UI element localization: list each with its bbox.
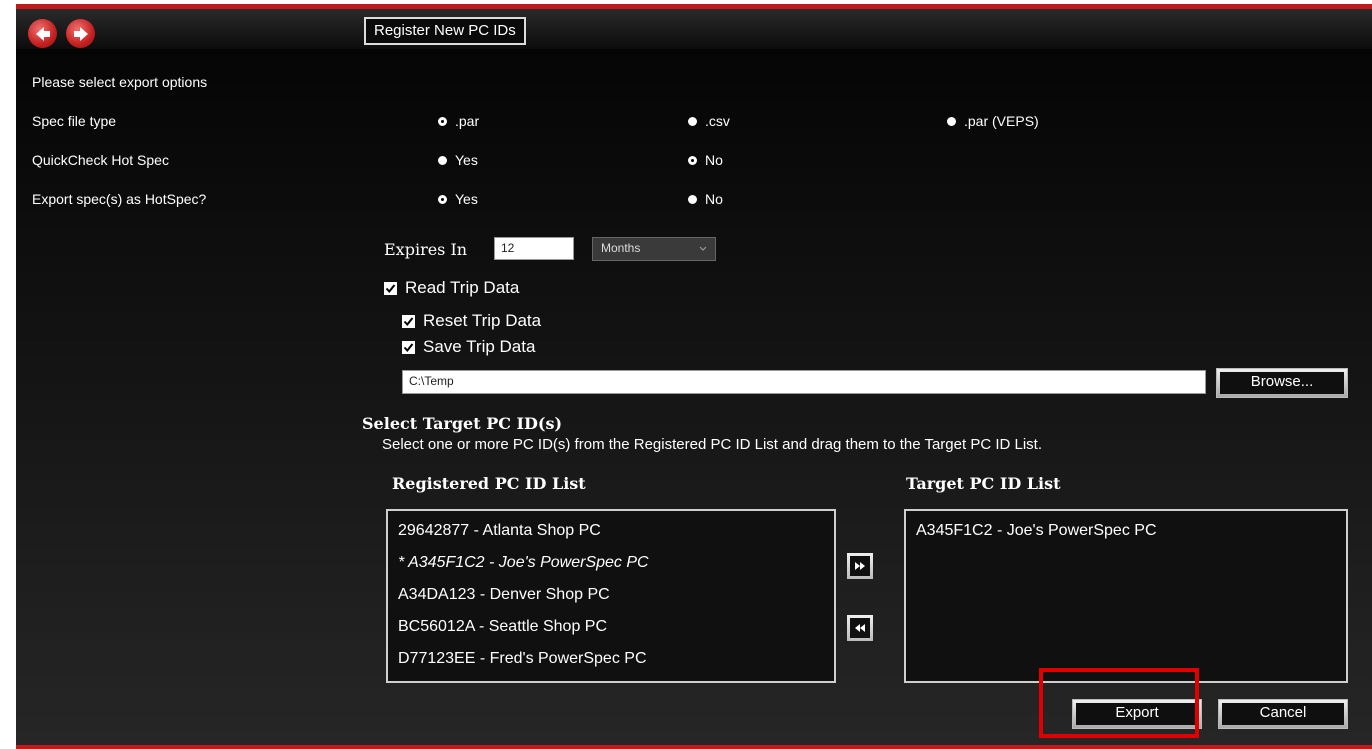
- checkmark-icon: [403, 342, 414, 352]
- checkmark-icon: [385, 283, 396, 293]
- target-pc-id-list[interactable]: A345F1C2 - Joe's PowerSpec PC: [904, 509, 1348, 683]
- list-item[interactable]: A34DA123 - Denver Shop PC: [398, 579, 824, 611]
- radio-label: No: [705, 191, 723, 207]
- radio-selected-indicator: [688, 155, 697, 165]
- expires-value-input[interactable]: 12: [494, 237, 574, 260]
- save-trip-data-checkbox[interactable]: Save Trip Data: [402, 337, 535, 357]
- export-highlight-box: [1039, 668, 1199, 738]
- select-target-heading: Select Target PC ID(s): [362, 414, 563, 433]
- radio-spec-par-veps[interactable]: .par (VEPS): [947, 113, 1039, 129]
- move-to-target-button[interactable]: [847, 553, 873, 579]
- list-item[interactable]: BC56012A - Seattle Shop PC: [398, 611, 824, 643]
- radio-unselected-indicator: [688, 116, 697, 126]
- radio-label: .par (VEPS): [964, 113, 1039, 129]
- list-item[interactable]: A345F1C2 - Joe's PowerSpec PC: [916, 515, 1336, 547]
- radio-label: No: [705, 152, 723, 168]
- checkbox-box: [384, 281, 397, 295]
- checkbox-label: Read Trip Data: [405, 278, 520, 297]
- radio-hotspec-no[interactable]: No: [688, 191, 723, 207]
- main-content: Please select export options Spec file t…: [16, 49, 1372, 745]
- radio-selected-indicator: [438, 194, 447, 204]
- cancel-button[interactable]: Cancel: [1218, 699, 1348, 729]
- radio-quickcheck-no[interactable]: No: [688, 152, 723, 168]
- back-arrow-icon: [35, 26, 50, 41]
- tab-register-new-pc-ids[interactable]: Register New PC IDs: [364, 17, 526, 45]
- radio-selected-indicator: [438, 116, 447, 126]
- back-button[interactable]: [28, 19, 57, 48]
- top-bar: Register New PC IDs: [16, 9, 1372, 49]
- checkbox-box: [402, 340, 415, 354]
- move-left-icon: [855, 624, 865, 632]
- read-trip-data-checkbox[interactable]: Read Trip Data: [384, 278, 519, 298]
- chevron-down-icon: [699, 246, 707, 251]
- export-as-hotspec-label: Export spec(s) as HotSpec?: [32, 191, 207, 207]
- trip-data-path-input[interactable]: C:\Temp: [402, 370, 1206, 394]
- list-item[interactable]: D77123EE - Fred's PowerSpec PC: [398, 643, 824, 675]
- quickcheck-hot-spec-label: QuickCheck Hot Spec: [32, 152, 169, 168]
- list-item[interactable]: * A345F1C2 - Joe's PowerSpec PC: [398, 547, 824, 579]
- expires-unit-value: Months: [601, 241, 641, 255]
- radio-label: .par: [455, 113, 480, 129]
- list-item[interactable]: 29642877 - Atlanta Shop PC: [398, 515, 824, 547]
- checkbox-label: Reset Trip Data: [423, 311, 542, 330]
- radio-label: .csv: [705, 113, 730, 129]
- radio-label: Yes: [455, 152, 478, 168]
- reset-trip-data-checkbox[interactable]: Reset Trip Data: [402, 311, 541, 331]
- radio-spec-par[interactable]: .par: [438, 113, 479, 129]
- browse-button[interactable]: Browse...: [1216, 368, 1348, 398]
- target-list-title: Target PC ID List: [906, 474, 1061, 493]
- browse-button-label: Browse...: [1220, 372, 1344, 394]
- select-target-instructions: Select one or more PC ID(s) from the Reg…: [382, 436, 1042, 453]
- cancel-button-label: Cancel: [1222, 703, 1344, 725]
- forward-arrow-icon: [73, 26, 88, 41]
- radio-unselected-indicator: [947, 116, 956, 126]
- radio-spec-csv[interactable]: .csv: [688, 113, 730, 129]
- checkmark-icon: [403, 316, 414, 326]
- move-right-icon: [855, 562, 865, 570]
- radio-label: Yes: [455, 191, 478, 207]
- expires-unit-select[interactable]: Months: [592, 237, 716, 261]
- app-window: Register New PC IDs Please select export…: [16, 4, 1372, 749]
- radio-hotspec-yes[interactable]: Yes: [438, 191, 478, 207]
- registered-pc-id-list[interactable]: 29642877 - Atlanta Shop PC * A345F1C2 - …: [386, 509, 836, 683]
- forward-button[interactable]: [66, 19, 95, 48]
- checkbox-label: Save Trip Data: [423, 337, 536, 356]
- spec-file-type-label: Spec file type: [32, 113, 117, 129]
- move-to-registered-button[interactable]: [847, 615, 873, 641]
- registered-list-title: Registered PC ID List: [392, 474, 586, 493]
- export-options-heading: Please select export options: [32, 74, 208, 90]
- radio-unselected-indicator: [438, 155, 447, 165]
- radio-quickcheck-yes[interactable]: Yes: [438, 152, 478, 168]
- expires-in-label: Expires In: [384, 240, 468, 259]
- checkbox-box: [402, 314, 415, 328]
- radio-unselected-indicator: [688, 194, 697, 204]
